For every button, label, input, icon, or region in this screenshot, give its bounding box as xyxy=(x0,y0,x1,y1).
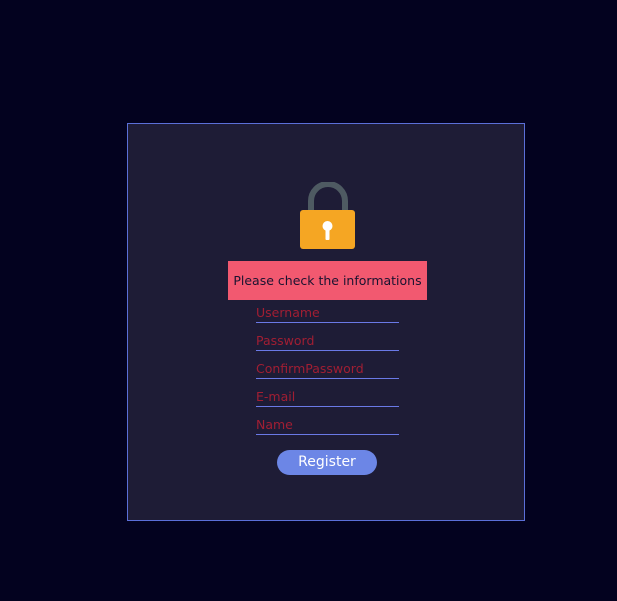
email-input[interactable] xyxy=(256,387,399,407)
username-input[interactable] xyxy=(256,303,399,323)
register-page: Please check the informations Register xyxy=(0,0,617,601)
confirm-password-input[interactable] xyxy=(256,359,399,379)
error-banner: Please check the informations xyxy=(228,261,427,300)
password-input[interactable] xyxy=(256,331,399,351)
register-button[interactable]: Register xyxy=(277,450,377,475)
name-input[interactable] xyxy=(256,415,399,435)
padlock-icon xyxy=(300,182,355,249)
